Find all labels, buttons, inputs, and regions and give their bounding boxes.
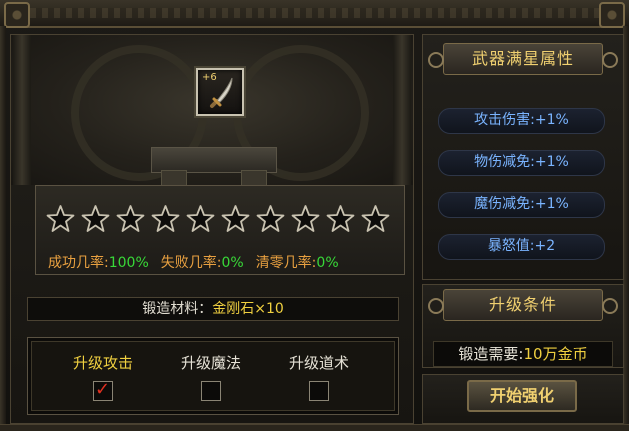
rate-line: 成功几率:100% 失败几率:0% 清零几率:0% bbox=[48, 252, 351, 272]
max-star-title: 武器满星属性 bbox=[428, 43, 618, 75]
upgrade-attack-label: 升级攻击 bbox=[72, 354, 133, 372]
physical-reduction-attr: 物伤减免:+1% bbox=[438, 150, 605, 176]
empty-star-icon bbox=[81, 205, 110, 232]
empty-star-icon bbox=[361, 205, 390, 232]
forge-window: +6 成功几率:100% 失败几率:0% 清零几率:0% 锻造材料：金刚石×10 升… bbox=[0, 0, 629, 431]
forge-cost-label: 锻造需要: bbox=[458, 345, 524, 363]
reset-rate-value: 0% bbox=[316, 255, 339, 271]
attr-label: 暴怒值: bbox=[487, 238, 535, 254]
upgrade-attack-option[interactable]: 升级攻击 ✓ bbox=[58, 352, 148, 401]
anvil-foot bbox=[161, 170, 187, 185]
upgrade-taoism-checkbox[interactable] bbox=[309, 381, 329, 401]
star-rating-box: 成功几率:100% 失败几率:0% 清零几率:0% bbox=[35, 185, 405, 275]
upgrade-taoism-option[interactable]: 升级道术 bbox=[274, 352, 364, 401]
start-enhance-button[interactable]: 开始强化 bbox=[467, 380, 577, 412]
left-pillar bbox=[13, 35, 31, 185]
upgrade-condition-title: 升级条件 bbox=[428, 289, 618, 321]
success-rate-value: 100% bbox=[108, 255, 149, 271]
enhance-level-label: +6 bbox=[202, 72, 217, 83]
frame-ornament-icon bbox=[599, 2, 625, 28]
star-row bbox=[46, 204, 390, 233]
magic-reduction-attr: 魔伤减免:+1% bbox=[438, 192, 605, 218]
empty-star-icon bbox=[326, 205, 355, 232]
right-pillar bbox=[393, 35, 411, 185]
empty-star-icon bbox=[46, 205, 75, 232]
material-value: 金刚石×10 bbox=[212, 301, 284, 317]
reset-rate-label: 清零几率: bbox=[255, 255, 317, 271]
checkmark-icon: ✓ bbox=[95, 379, 111, 400]
start-button-panel: 开始强化 bbox=[422, 374, 624, 424]
attr-value: +1% bbox=[534, 112, 569, 128]
window-left-frame bbox=[0, 26, 6, 431]
empty-star-icon bbox=[151, 205, 180, 232]
upgrade-magic-label: 升级魔法 bbox=[180, 354, 241, 372]
attr-value: +1% bbox=[534, 154, 569, 170]
weapon-slot[interactable]: +6 bbox=[196, 68, 244, 116]
forge-cost-bar: 锻造需要:10万金币 bbox=[433, 341, 613, 367]
attack-damage-attr: 攻击伤害:+1% bbox=[438, 108, 605, 134]
material-bar: 锻造材料：金刚石×10 bbox=[27, 297, 399, 321]
attr-value: +2 bbox=[534, 238, 556, 254]
attr-label: 攻击伤害: bbox=[474, 112, 535, 128]
attr-label: 魔伤减免: bbox=[474, 196, 535, 212]
empty-star-icon bbox=[221, 205, 250, 232]
upgrade-taoism-label: 升级道术 bbox=[288, 354, 349, 372]
frame-ornament-icon bbox=[4, 2, 30, 28]
upgrade-condition-panel: 升级条件 锻造需要:10万金币 bbox=[422, 284, 624, 368]
forge-cost-value: 10万金币 bbox=[523, 345, 588, 363]
empty-star-icon bbox=[291, 205, 320, 232]
fail-rate-label: 失败几率: bbox=[160, 255, 222, 271]
empty-star-icon bbox=[186, 205, 215, 232]
upgrade-attack-checkbox[interactable]: ✓ bbox=[93, 379, 113, 401]
upgrade-magic-checkbox[interactable] bbox=[201, 381, 221, 401]
attr-value: +1% bbox=[534, 196, 569, 212]
window-top-frame bbox=[0, 0, 629, 28]
material-label: 锻造材料： bbox=[142, 301, 213, 317]
anvil-foot bbox=[241, 170, 267, 185]
rage-value-attr: 暴怒值:+2 bbox=[438, 234, 605, 260]
success-rate-label: 成功几率: bbox=[48, 255, 109, 271]
empty-star-icon bbox=[256, 205, 285, 232]
max-star-panel: 武器满星属性 攻击伤害:+1% 物伤减免:+1% 魔伤减免:+1% 暴怒值:+2 bbox=[422, 34, 624, 280]
dragon-anvil-backdrop: +6 bbox=[11, 35, 413, 185]
upgrade-options-box: 升级攻击 ✓ 升级魔法 升级道术 bbox=[27, 337, 399, 415]
forge-panel: +6 成功几率:100% 失败几率:0% 清零几率:0% 锻造材料：金刚石×10 升… bbox=[10, 34, 414, 424]
empty-star-icon bbox=[116, 205, 145, 232]
fail-rate-value: 0% bbox=[221, 255, 244, 271]
upgrade-magic-option[interactable]: 升级魔法 bbox=[166, 352, 256, 401]
attr-label: 物伤减免: bbox=[474, 154, 535, 170]
window-bottom-frame bbox=[0, 424, 629, 431]
